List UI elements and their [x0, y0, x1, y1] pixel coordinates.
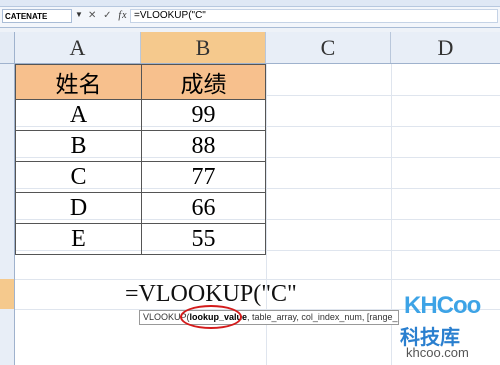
table-row: A 99	[15, 99, 266, 131]
table-cell[interactable]: 99	[141, 99, 266, 131]
insert-function-icon[interactable]: fx	[118, 10, 127, 21]
column-header-row: A B C D	[0, 32, 500, 64]
table-row: E 55	[15, 223, 266, 255]
active-row-header[interactable]	[0, 279, 14, 309]
table-row: C 77	[15, 161, 266, 193]
table-row: D 66	[15, 192, 266, 224]
formula-bar: CATENATE ▼ ✕ ✓ fx =VLOOKUP("C"	[0, 7, 500, 28]
tooltip-remaining-arguments: , table_array, col_index_num, [range_loo…	[247, 312, 398, 322]
active-cell-editor[interactable]: =VLOOKUP("C"	[125, 281, 297, 308]
red-highlight-ellipse	[180, 305, 242, 329]
ribbon-edge	[0, 0, 500, 7]
gridline	[15, 279, 500, 280]
cancel-icon[interactable]: ✕	[88, 10, 97, 21]
column-header-c[interactable]: C	[266, 32, 391, 63]
row-header-strip[interactable]	[0, 64, 15, 365]
logo-url: khcoo.com	[406, 345, 469, 360]
table-cell[interactable]: 成绩	[141, 64, 266, 100]
table-cell[interactable]: B	[15, 130, 142, 162]
chevron-down-icon[interactable]: ▼	[75, 10, 83, 19]
table-cell[interactable]: 55	[141, 223, 266, 255]
column-header-d[interactable]: D	[391, 32, 500, 63]
column-header-a[interactable]: A	[15, 32, 141, 63]
table-header-row: 姓名 成绩	[15, 64, 266, 100]
table-row: B 88	[15, 130, 266, 162]
select-all-corner[interactable]	[0, 32, 15, 63]
logo-brand: KHCoo	[404, 292, 481, 319]
table-cell[interactable]: 77	[141, 161, 266, 193]
table-cell[interactable]: 66	[141, 192, 266, 224]
formula-input[interactable]: =VLOOKUP("C"	[130, 9, 498, 23]
table-cell[interactable]: C	[15, 161, 142, 193]
table-cell[interactable]: 姓名	[15, 64, 142, 100]
function-argument-tooltip: VLOOKUP(lookup_value, table_array, col_i…	[139, 310, 399, 325]
name-box[interactable]: CATENATE	[2, 9, 72, 23]
table-cell[interactable]: D	[15, 192, 142, 224]
table-cell[interactable]: E	[15, 223, 142, 255]
data-table: 姓名 成绩 A 99 B 88 C 77 D 66 E 55	[15, 64, 266, 255]
watermark-logo: KHCoo 科技库 khcoo.com	[398, 290, 498, 362]
enter-icon[interactable]: ✓	[103, 10, 112, 21]
table-cell[interactable]: A	[15, 99, 142, 131]
table-cell[interactable]: 88	[141, 130, 266, 162]
column-header-b[interactable]: B	[141, 32, 266, 63]
